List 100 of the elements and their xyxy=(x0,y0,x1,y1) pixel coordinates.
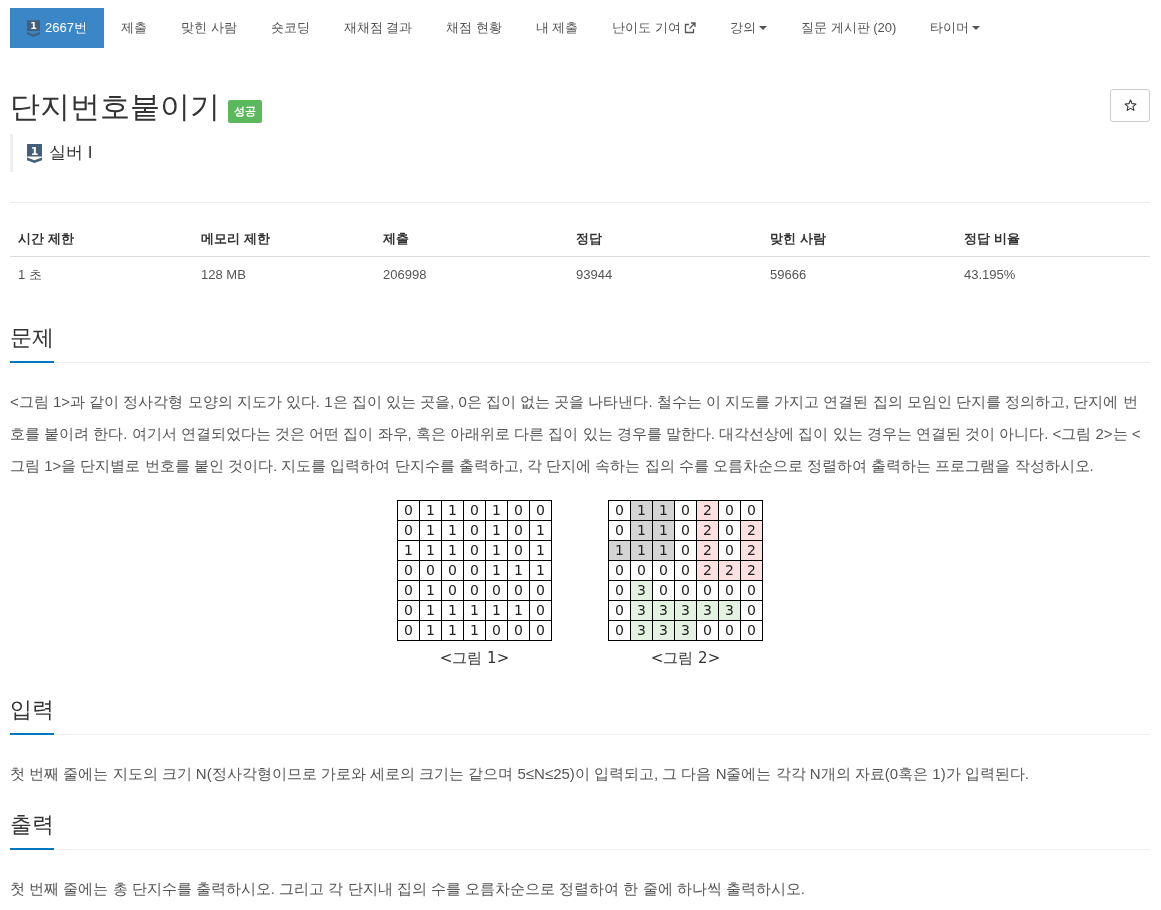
grid-cell: 0 xyxy=(507,520,530,541)
status-badge: 성공 xyxy=(228,99,262,123)
grid-cell: 0 xyxy=(397,560,420,581)
nav-tab[interactable]: 재채점 결과 xyxy=(326,8,430,48)
grid-cell: 1 xyxy=(529,520,552,541)
section-heading: 문제 xyxy=(10,323,54,363)
grid-cell: 0 xyxy=(507,620,530,641)
table-cell-text: 43.195% xyxy=(963,265,1017,284)
column-header: 제출 xyxy=(382,229,410,248)
paragraph: 첫 번째 줄에는 지도의 크기 N(정사각형이므로 가로와 세로의 크기는 같으며 5≤N≤25)이 입력되고, 그 다음 N줄에는 각각 N개의 자료(0혹은 1)가 입력된다. xyxy=(10,764,1030,784)
grid-cell: 0 xyxy=(529,580,552,601)
grid-cell: 1 xyxy=(652,500,675,521)
problem-title: 단지번호붙이기 xyxy=(10,89,220,125)
grid-cell: 1 xyxy=(397,540,420,561)
figure-caption: <그림 1> xyxy=(439,648,510,668)
grid-cell: 0 xyxy=(608,560,631,581)
paragraph: <그림 1>과 같이 정사각형 모양의 지도가 있다. 1은 집이 있는 곳을, 0은 집이 없는 곳을 나타낸다. 철수는 이 지도를 가지고 연결된 집의 모임인 단지를 정의하고, 단지에 번호를 붙이려 한다. 여기서 연결되었다는 것은 어떤 집이 좌우, 혹은 아래위로 다른 집이 있는 경우를 말한다. 대각선상에 집이 있는 경우는 연결된 것이 아니다. <그림 2>는 <그림 1>을 단지별로 번호를 붙인 것이다. 지도를 입력하여 단지수를 출력하고, 각 단지에 속하는 집의 수를 오름차순으로 정렬하여 출력하는 프로그램을 작성하시오. xyxy=(10,392,1142,476)
grid-cell: 0 xyxy=(608,520,631,541)
column-header: 정답 비율 xyxy=(963,229,1021,248)
grid-cell: 1 xyxy=(529,560,552,581)
grid-cell: 0 xyxy=(441,580,464,601)
column-header: 맞힌 사람 xyxy=(769,229,827,248)
grid-cell: 1 xyxy=(441,620,464,641)
table-cell-text: 128 MB xyxy=(200,265,247,284)
grid-cell: 0 xyxy=(718,500,741,521)
column-header: 정답 xyxy=(575,229,603,248)
grid-cell: 1 xyxy=(419,540,442,561)
nav-tab[interactable]: 강의 xyxy=(713,8,785,48)
nav-tab[interactable]: 숏코딩 xyxy=(253,8,327,48)
grid-cell: 1 xyxy=(441,520,464,541)
nav-tab[interactable]: 난이도 기여 xyxy=(595,8,714,48)
external-link-icon xyxy=(684,22,697,34)
column-header: 메모리 제한 xyxy=(200,229,271,248)
grid-cell: 0 xyxy=(441,560,464,581)
grid-cell: 1 xyxy=(419,620,442,641)
table-cell-text: 206998 xyxy=(382,265,428,284)
grid-cell: 0 xyxy=(608,620,631,641)
grid-cell: 0 xyxy=(507,580,530,601)
grid-cell: 1 xyxy=(419,520,442,541)
grid-cell: 1 xyxy=(419,600,442,621)
grid-cell: 0 xyxy=(608,600,631,621)
grid-cell: 1 xyxy=(507,560,530,581)
nav-tab[interactable]: 제출 xyxy=(103,8,164,48)
grid-cell: 0 xyxy=(397,500,420,521)
grid-cell: 0 xyxy=(608,580,631,601)
tier-label: 실버 I xyxy=(49,142,93,164)
grid-cell: 0 xyxy=(463,520,486,541)
grid-cell: 1 xyxy=(419,580,442,601)
caret-icon xyxy=(972,26,981,30)
grid-cell: 0 xyxy=(397,580,420,601)
grid-cell: 0 xyxy=(529,600,552,621)
grid-cell: 1 xyxy=(463,620,486,641)
grid-cell: 1 xyxy=(419,500,442,521)
nav-tab[interactable]: 내 제출 xyxy=(518,8,596,48)
grid-cell: 1 xyxy=(485,600,508,621)
grid-cell: 0 xyxy=(463,500,486,521)
grid-cell: 0 xyxy=(740,500,763,521)
caret-icon xyxy=(759,26,768,30)
grid-cell: 1 xyxy=(529,540,552,561)
grid-cell: 1 xyxy=(507,600,530,621)
column-header: 시간 제한 xyxy=(17,229,75,248)
grid-cell: 0 xyxy=(397,600,420,621)
nav-tab[interactable]: 질문 게시판 (20) xyxy=(784,8,914,48)
grid-cell: 1 xyxy=(441,540,464,561)
grid-cell: 0 xyxy=(608,500,631,521)
grid-cell: 0 xyxy=(485,620,508,641)
grid-cell: 0 xyxy=(485,580,508,601)
table-cell-text: 93944 xyxy=(575,265,614,284)
grid-cell: 1 xyxy=(630,500,653,521)
grid-cell: 0 xyxy=(397,620,420,641)
grid-cell: 1 xyxy=(463,600,486,621)
figure-caption: <그림 2> xyxy=(650,648,721,668)
section-heading: 입력 xyxy=(10,695,54,735)
table-cell-text: 1 초 xyxy=(17,265,43,284)
favorite-button[interactable] xyxy=(1110,89,1150,122)
grid-cell: 1 xyxy=(485,500,508,521)
grid-cell: 0 xyxy=(529,620,552,641)
grid-cell: 0 xyxy=(529,500,552,521)
paragraph: 첫 번째 줄에는 총 단지수를 출력하시오. 그리고 각 단지내 집의 수를 오름차순으로 정렬하여 한 줄에 하나씩 출력하시오. xyxy=(10,879,806,899)
grid-cell: 1 xyxy=(441,500,464,521)
grid-cell: 2 xyxy=(696,500,719,521)
grid-cell: 1 xyxy=(485,560,508,581)
nav-tab[interactable]: 1 2667번 xyxy=(10,8,104,48)
grid-cell: 1 xyxy=(441,600,464,621)
grid-cell: 0 xyxy=(507,540,530,561)
section-heading: 출력 xyxy=(10,810,54,850)
nav-tab[interactable]: 채점 현황 xyxy=(429,8,519,48)
nav-tab[interactable]: 타이머 xyxy=(913,8,998,48)
grid-cell: 0 xyxy=(507,500,530,521)
grid-cell: 0 xyxy=(397,520,420,541)
grid-cell: 0 xyxy=(463,540,486,561)
grid-cell: 0 xyxy=(419,560,442,581)
grid-cell: 1 xyxy=(485,520,508,541)
grid-cell: 0 xyxy=(463,560,486,581)
grid-cell: 0 xyxy=(674,500,697,521)
nav-tab[interactable]: 맞힌 사람 xyxy=(163,8,254,48)
grid-cell: 1 xyxy=(608,540,631,561)
grid-cell: 1 xyxy=(485,540,508,561)
grid-cell: 0 xyxy=(463,580,486,601)
table-cell-text: 59666 xyxy=(769,265,808,284)
